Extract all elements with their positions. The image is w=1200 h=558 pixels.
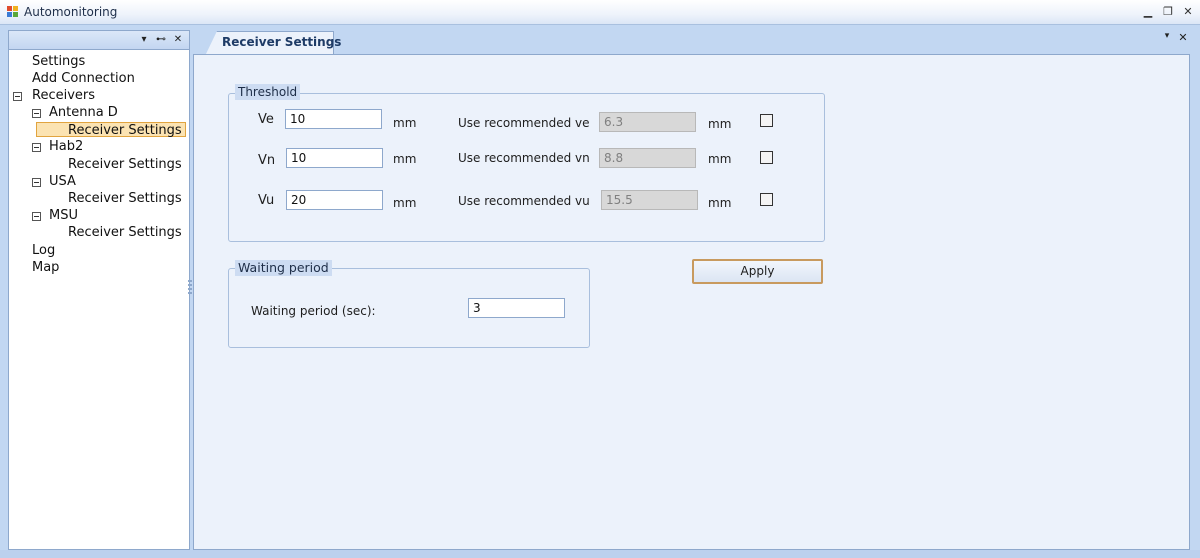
use-recommended-ve-label: Use recommended ve	[458, 116, 590, 130]
navigation-pane: ▾ ⊷ ✕ Settings Add Connection Receivers …	[8, 30, 190, 550]
tree-item-receiver-settings-hab2[interactable]: Receiver Settings	[68, 156, 182, 173]
ve-label: Ve	[258, 112, 274, 127]
minus-box-icon[interactable]	[13, 92, 22, 101]
window-title: Automonitoring	[24, 5, 118, 19]
use-recommended-vu-checkbox[interactable]	[760, 193, 773, 206]
recommended-ve-field	[599, 112, 696, 132]
recommended-vn-field	[599, 148, 696, 168]
minus-box-icon[interactable]	[32, 109, 41, 118]
waiting-period-group-title: Waiting period	[235, 260, 332, 276]
pin-icon[interactable]: ⊷	[154, 32, 168, 48]
app-icon	[7, 6, 19, 18]
title-bar	[0, 0, 1200, 25]
tree-item-antenna-d[interactable]: Antenna D	[49, 104, 118, 121]
minus-box-icon[interactable]	[32, 178, 41, 187]
tree-item-map[interactable]: Map	[32, 259, 59, 276]
tree-item-add-connection[interactable]: Add Connection	[32, 70, 135, 87]
tab-close-icon[interactable]: ✕	[1176, 31, 1190, 45]
nav-pane-header: ▾ ⊷ ✕	[9, 31, 189, 50]
recommended-vn-unit-label: mm	[708, 152, 732, 166]
tree-item-receivers[interactable]: Receivers	[32, 87, 95, 104]
minimize-button[interactable]: ▁	[1140, 4, 1156, 20]
tree-item-hab2[interactable]: Hab2	[49, 138, 83, 155]
vn-input[interactable]	[286, 148, 383, 168]
tree-item-receiver-settings-antenna-d[interactable]: Receiver Settings	[36, 122, 186, 138]
use-recommended-vn-checkbox[interactable]	[760, 151, 773, 164]
ve-unit-label: mm	[393, 116, 417, 130]
vn-unit-label: mm	[393, 152, 417, 166]
waiting-period-input[interactable]	[468, 298, 565, 318]
use-recommended-vu-label: Use recommended vu	[458, 194, 590, 208]
recommended-vu-unit-label: mm	[708, 196, 732, 210]
tree-item-receiver-settings-usa[interactable]: Receiver Settings	[68, 190, 182, 207]
vu-unit-label: mm	[393, 196, 417, 210]
tree-item-msu[interactable]: MSU	[49, 207, 78, 224]
use-recommended-vn-label: Use recommended vn	[458, 151, 590, 165]
splitter-grip[interactable]	[188, 280, 192, 294]
tree-item-receiver-settings-msu[interactable]: Receiver Settings	[68, 224, 182, 241]
vu-label: Vu	[258, 193, 275, 208]
recommended-vu-field	[601, 190, 698, 210]
minus-box-icon[interactable]	[32, 212, 41, 221]
apply-button[interactable]: Apply	[692, 259, 823, 284]
nav-close-icon[interactable]: ✕	[171, 32, 185, 48]
vu-input[interactable]	[286, 190, 383, 210]
bottom-border	[0, 550, 1200, 558]
tab-dropdown-icon[interactable]: ▾	[1160, 31, 1174, 45]
recommended-ve-unit-label: mm	[708, 117, 732, 131]
threshold-group-title: Threshold	[235, 84, 301, 100]
tree-item-usa[interactable]: USA	[49, 173, 76, 190]
tree-item-log[interactable]: Log	[32, 242, 55, 259]
minus-box-icon[interactable]	[32, 143, 41, 152]
restore-button[interactable]: ❐	[1160, 4, 1176, 20]
tab-label: Receiver Settings	[222, 35, 342, 49]
waiting-period-label: Waiting period (sec):	[251, 304, 376, 318]
ve-input[interactable]	[285, 109, 382, 129]
close-button[interactable]: ✕	[1180, 4, 1196, 20]
use-recommended-ve-checkbox[interactable]	[760, 114, 773, 127]
vn-label: Vn	[258, 153, 276, 168]
tree-item-settings[interactable]: Settings	[32, 53, 85, 70]
nav-dropdown-icon[interactable]: ▾	[137, 32, 151, 48]
